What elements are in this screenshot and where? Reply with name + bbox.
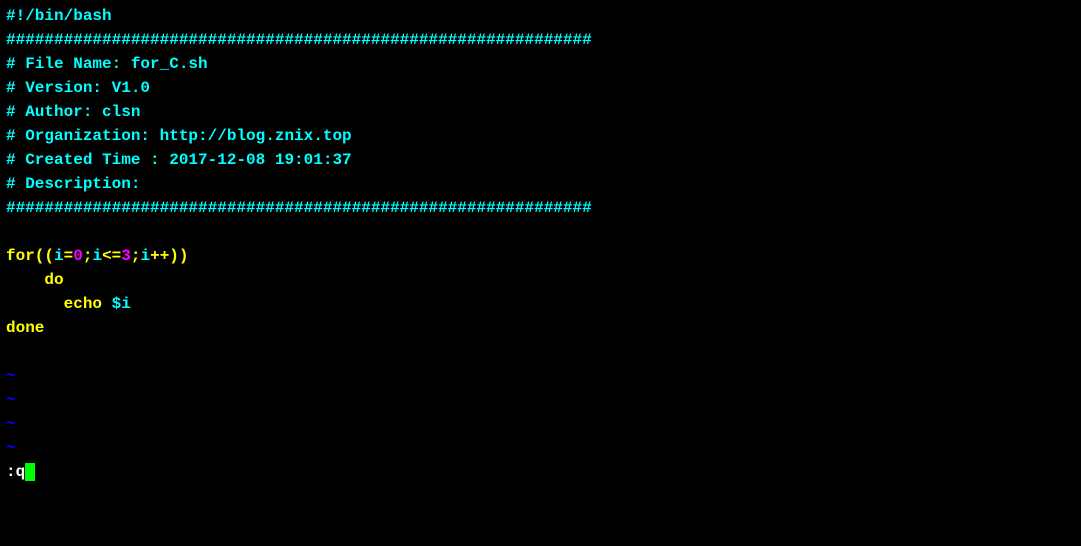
tilde-line: ~ (6, 436, 1075, 460)
for-var1: i (54, 247, 64, 265)
echo-space (102, 295, 112, 313)
version-line: # Version: V1.0 (6, 76, 1075, 100)
for-three: 3 (121, 247, 131, 265)
blank-line (6, 220, 1075, 244)
do-line: do (6, 268, 1075, 292)
for-zero: 0 (73, 247, 83, 265)
do-keyword: do (44, 271, 63, 289)
done-line: done (6, 316, 1075, 340)
author-line: # Author: clsn (6, 100, 1075, 124)
for-keyword: for(( (6, 247, 54, 265)
description-line: # Description: (6, 172, 1075, 196)
for-line: for((i=0;i<=3;i++)) (6, 244, 1075, 268)
command-line[interactable]: :q (6, 460, 1075, 484)
for-inc: ++ (150, 247, 169, 265)
created-time-line: # Created Time : 2017-12-08 19:01:37 (6, 148, 1075, 172)
for-eq: = (64, 247, 74, 265)
cmd-q: q (16, 463, 26, 481)
filename-line: # File Name: for_C.sh (6, 52, 1075, 76)
cmd-colon: : (6, 463, 16, 481)
hash-border-bottom: ########################################… (6, 196, 1075, 220)
tilde-line: ~ (6, 388, 1075, 412)
tilde-line: ~ (6, 364, 1075, 388)
tilde-line: ~ (6, 412, 1075, 436)
cursor-block (25, 463, 35, 481)
for-var3: i (140, 247, 150, 265)
echo-keyword: echo (64, 295, 102, 313)
for-semi1: ; (83, 247, 93, 265)
echo-var: $i (112, 295, 131, 313)
hash-border-top: ########################################… (6, 28, 1075, 52)
for-lte: <= (102, 247, 121, 265)
blank-line-2 (6, 340, 1075, 364)
organization-line: # Organization: http://blog.znix.top (6, 124, 1075, 148)
shebang-line: #!/bin/bash (6, 4, 1075, 28)
echo-line: echo $i (6, 292, 1075, 316)
do-indent (6, 271, 44, 289)
for-var2: i (92, 247, 102, 265)
for-close: )) (169, 247, 188, 265)
echo-indent (6, 295, 64, 313)
